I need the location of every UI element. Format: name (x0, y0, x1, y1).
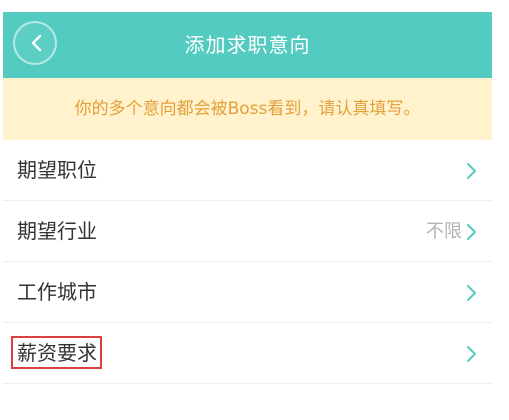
row-label: 期望行业 (17, 219, 97, 243)
row-label: 期望职位 (17, 158, 97, 182)
notice-text: 你的多个意向都会被Boss看到，请认真填写。 (74, 99, 421, 119)
row-value: 不限 (426, 221, 462, 242)
row-label: 工作城市 (17, 280, 97, 304)
top-header: 添加求职意向 (3, 12, 492, 78)
row-expected-industry[interactable]: 期望行业 不限 (3, 201, 492, 262)
chevron-right-icon (467, 346, 476, 362)
page-title: 添加求职意向 (184, 33, 311, 57)
salary-highlight-box (11, 336, 102, 369)
row-work-city[interactable]: 工作城市 (3, 262, 492, 323)
chevron-right-icon (467, 224, 476, 240)
chevron-right-icon (467, 285, 476, 301)
notice-banner: 你的多个意向都会被Boss看到，请认真填写。 (3, 78, 492, 140)
chevron-right-icon (467, 163, 476, 179)
row-expected-position[interactable]: 期望职位 (3, 140, 492, 201)
add-job-intention-screen: 添加求职意向 你的多个意向都会被Boss看到，请认真填写。 期望职位 期望行业 … (3, 12, 492, 420)
